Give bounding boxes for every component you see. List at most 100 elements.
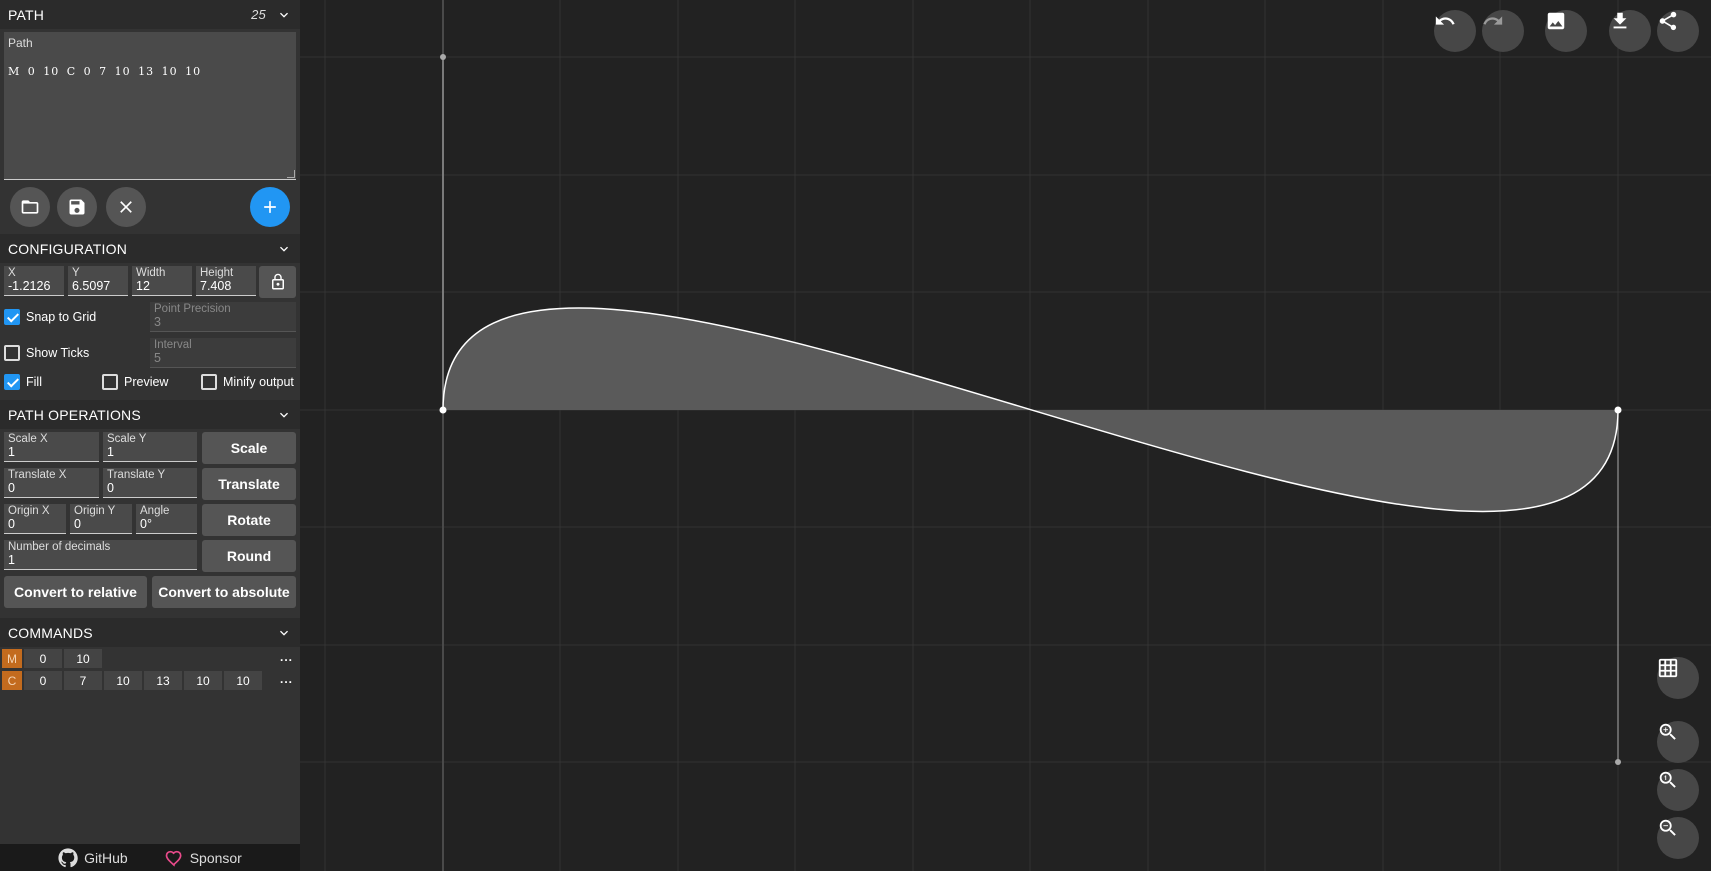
config-height-field[interactable]: Height 7.408 [196, 266, 256, 296]
image-button[interactable] [1545, 10, 1587, 52]
canvas-svg[interactable] [300, 0, 1711, 871]
command-value[interactable]: 10 [104, 671, 142, 690]
zoom-out-button[interactable] [1657, 817, 1699, 859]
fill-label: Fill [26, 375, 42, 389]
command-value[interactable]: 10 [224, 671, 262, 690]
config-x-value[interactable]: -1.2126 [8, 279, 50, 293]
commands-title: COMMANDS [8, 624, 93, 641]
angle-field[interactable]: Angle 0° [136, 504, 197, 534]
checkbox-unchecked-icon[interactable] [201, 374, 217, 390]
scale-x-label: Scale X [8, 433, 48, 445]
scale-y-value[interactable]: 1 [107, 445, 114, 459]
clear-button[interactable] [106, 187, 146, 227]
commands-header[interactable]: COMMANDS [0, 618, 300, 647]
heart-icon [165, 850, 182, 867]
checkbox-checked-icon[interactable] [4, 374, 20, 390]
chevron-down-icon[interactable] [276, 241, 292, 257]
github-link[interactable]: GitHub [58, 847, 128, 868]
chevron-down-icon[interactable] [276, 625, 292, 641]
decimals-value[interactable]: 1 [8, 553, 15, 567]
command-row[interactable]: M 0 10 [2, 649, 104, 668]
share-icon [1659, 11, 1677, 31]
resize-handle[interactable] [287, 170, 295, 178]
configuration-header[interactable]: CONFIGURATION [0, 234, 300, 263]
anchor-point[interactable] [439, 406, 447, 414]
control-point[interactable] [1615, 759, 1621, 765]
translate-y-value[interactable]: 0 [107, 481, 114, 495]
translate-y-field[interactable]: Translate Y 0 [103, 468, 197, 498]
save-button[interactable] [57, 187, 97, 227]
origin-x-field[interactable]: Origin X 0 [4, 504, 66, 534]
github-label[interactable]: GitHub [84, 850, 128, 866]
command-letter[interactable]: M [2, 649, 22, 668]
round-button[interactable]: Round [202, 540, 296, 572]
scale-y-field[interactable]: Scale Y 1 [103, 432, 197, 462]
anchor-point[interactable] [1614, 406, 1622, 414]
interval-label: Interval [154, 339, 192, 351]
control-point[interactable] [440, 54, 446, 60]
sponsor-label[interactable]: Sponsor [190, 850, 242, 866]
command-menu-button[interactable]: ... [280, 650, 293, 664]
snap-to-grid-checkbox[interactable]: Snap to Grid [4, 309, 96, 325]
config-width-field[interactable]: Width 12 [132, 266, 192, 296]
convert-absolute-button[interactable]: Convert to absolute [152, 576, 296, 608]
command-value[interactable]: 0 [24, 649, 62, 668]
grid-toggle-button[interactable] [1657, 657, 1699, 699]
origin-x-label: Origin X [8, 505, 50, 517]
drawing-canvas[interactable] [300, 0, 1711, 871]
fill-checkbox[interactable]: Fill [4, 374, 42, 390]
translate-x-value[interactable]: 0 [8, 481, 15, 495]
path-textarea-value[interactable]: M 0 10 C 0 7 10 13 10 10 [8, 65, 201, 78]
sponsor-link[interactable]: Sponsor [164, 848, 242, 868]
redo-button[interactable] [1482, 10, 1524, 52]
sidebar: PATH 25 Path M 0 10 C 0 7 10 13 10 10 CO… [0, 0, 300, 871]
rotate-button[interactable]: Rotate [202, 504, 296, 536]
minify-output-checkbox[interactable]: Minify output [201, 374, 294, 390]
angle-value[interactable]: 0° [140, 517, 152, 531]
undo-button[interactable] [1434, 10, 1476, 52]
chevron-down-icon[interactable] [276, 407, 292, 423]
origin-x-value[interactable]: 0 [8, 517, 15, 531]
checkbox-checked-icon[interactable] [4, 309, 20, 325]
open-button[interactable] [10, 187, 50, 227]
origin-y-value[interactable]: 0 [74, 517, 81, 531]
lock-ratio-button[interactable] [259, 266, 296, 298]
command-row[interactable]: C 0 7 10 13 10 10 [2, 671, 264, 690]
convert-relative-button[interactable]: Convert to relative [4, 576, 147, 608]
command-value[interactable]: 10 [184, 671, 222, 690]
config-height-value[interactable]: 7.408 [200, 279, 231, 293]
zoom-reset-button[interactable] [1657, 769, 1699, 811]
command-value[interactable]: 0 [24, 671, 62, 690]
config-y-value[interactable]: 6.5097 [72, 279, 110, 293]
image-icon [1547, 12, 1565, 30]
download-button[interactable] [1609, 10, 1651, 52]
config-width-value[interactable]: 12 [136, 279, 150, 293]
config-x-field[interactable]: X -1.2126 [4, 266, 64, 296]
zoom-in-button[interactable] [1657, 721, 1699, 763]
command-value[interactable]: 13 [144, 671, 182, 690]
preview-checkbox[interactable]: Preview [102, 374, 168, 390]
show-ticks-checkbox[interactable]: Show Ticks [4, 345, 89, 361]
translate-button[interactable]: Translate [202, 468, 296, 500]
scale-y-label: Scale Y [107, 433, 147, 445]
translate-x-field[interactable]: Translate X 0 [4, 468, 99, 498]
origin-y-field[interactable]: Origin Y 0 [70, 504, 132, 534]
command-letter[interactable]: C [2, 671, 22, 690]
command-value[interactable]: 10 [64, 649, 102, 668]
chevron-down-icon[interactable] [276, 7, 292, 23]
path-operations-header[interactable]: PATH OPERATIONS [0, 400, 300, 429]
scale-x-value[interactable]: 1 [8, 445, 15, 459]
close-icon [120, 201, 132, 213]
point-precision-label: Point Precision [154, 303, 231, 315]
command-menu-button[interactable]: ... [280, 672, 293, 686]
checkbox-unchecked-icon[interactable] [102, 374, 118, 390]
scale-x-field[interactable]: Scale X 1 [4, 432, 99, 462]
scale-button[interactable]: Scale [202, 432, 296, 464]
add-path-button[interactable] [250, 187, 290, 227]
share-button[interactable] [1657, 10, 1699, 52]
checkbox-unchecked-icon[interactable] [4, 345, 20, 361]
decimals-field[interactable]: Number of decimals 1 [4, 540, 197, 570]
config-y-field[interactable]: Y 6.5097 [68, 266, 128, 296]
path-textarea[interactable]: Path M 0 10 C 0 7 10 13 10 10 [4, 32, 296, 180]
command-value[interactable]: 7 [64, 671, 102, 690]
